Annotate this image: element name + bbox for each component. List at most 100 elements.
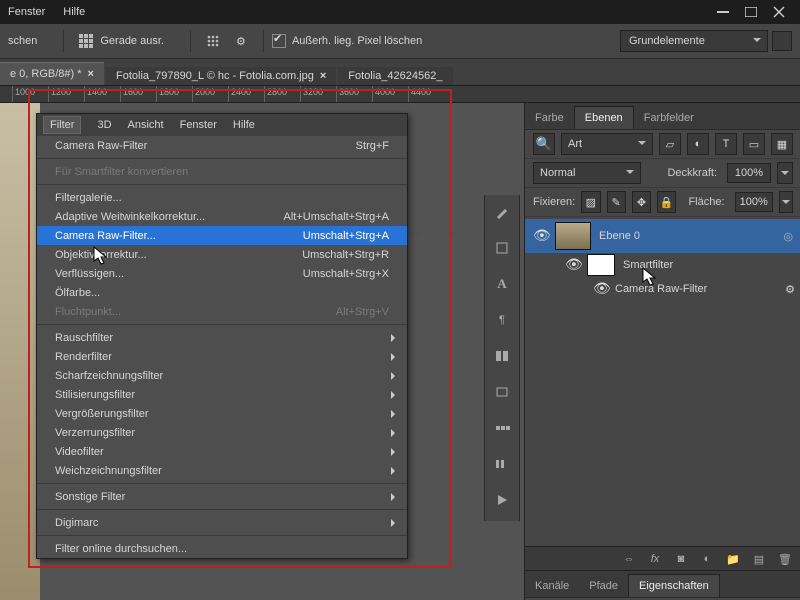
- menubar-fenster[interactable]: Fenster: [8, 6, 45, 18]
- blend-mode-combo[interactable]: Normal: [533, 162, 641, 184]
- menu-item-label: Vergrößerungsfilter: [55, 408, 149, 420]
- close-button[interactable]: [766, 3, 792, 21]
- menu-item[interactable]: Scharfzeichnungsfilter: [37, 366, 407, 385]
- tool-icon[interactable]: [491, 237, 513, 259]
- maximize-button[interactable]: [738, 3, 764, 21]
- menu-item-label: Weichzeichnungsfilter: [55, 465, 162, 477]
- menu-item[interactable]: Weichzeichnungsfilter: [37, 461, 407, 480]
- menu-3d[interactable]: 3D: [97, 119, 111, 131]
- menu-item: Fluchtpunkt...Alt+Strg+V: [37, 302, 407, 321]
- layer-row[interactable]: 👁 Ebene 0 ◎: [525, 219, 800, 253]
- opacity-arrow[interactable]: [777, 162, 793, 184]
- menu-item-label: Digimarc: [55, 517, 98, 529]
- menu-item[interactable]: Digimarc: [37, 513, 407, 532]
- layer-thumbnail[interactable]: [555, 222, 591, 250]
- paragraph-icon[interactable]: ¶: [491, 309, 513, 331]
- menubar-hilfe[interactable]: Hilfe: [63, 6, 85, 18]
- gear-icon[interactable]: ⚙: [233, 33, 249, 49]
- menu-item[interactable]: Videofilter: [37, 442, 407, 461]
- lock-transparency-icon[interactable]: ▨: [581, 191, 600, 213]
- tab-eigenschaften[interactable]: Eigenschaften: [628, 574, 720, 597]
- adjustment-icon[interactable]: ◐: [699, 551, 715, 567]
- tool-icon[interactable]: [491, 345, 513, 367]
- link-icon[interactable]: ⇔: [621, 551, 637, 567]
- fill-arrow[interactable]: [779, 191, 793, 213]
- visibility-icon[interactable]: 👁: [593, 282, 607, 296]
- menu-item[interactable]: Filter online durchsuchen...: [37, 539, 407, 558]
- menu-item[interactable]: Vergrößerungsfilter: [37, 404, 407, 423]
- filter-name[interactable]: Camera Raw-Filter: [615, 283, 707, 295]
- fx-icon[interactable]: fx: [647, 551, 663, 567]
- document-tab-active[interactable]: e 0, RGB/8#) *×: [0, 62, 104, 85]
- menu-item-label: Ölfarbe...: [55, 287, 100, 299]
- document-tab[interactable]: Fotolia_797890_L © hc - Fotolia.com.jpg ×: [106, 67, 336, 85]
- menu-item[interactable]: Filtergalerie...: [37, 188, 407, 207]
- visibility-icon[interactable]: 👁: [533, 229, 547, 243]
- menu-item[interactable]: Verflüssigen...Umschalt+Strg+X: [37, 264, 407, 283]
- tool-icon[interactable]: [491, 381, 513, 403]
- menu-item[interactable]: Objektivkorrektur...Umschalt+Strg+R: [37, 245, 407, 264]
- tab-ebenen[interactable]: Ebenen: [574, 106, 634, 129]
- brush-icon[interactable]: [491, 201, 513, 223]
- group-icon[interactable]: 📁: [725, 551, 741, 567]
- menu-item[interactable]: Camera Raw-Filter...Umschalt+Strg+A: [37, 226, 407, 245]
- close-icon[interactable]: ×: [320, 70, 326, 82]
- tab-farbfelder[interactable]: Farbfelder: [634, 107, 704, 129]
- menu-item[interactable]: Renderfilter: [37, 347, 407, 366]
- menu-item[interactable]: Camera Raw-FilterStrg+F: [37, 136, 407, 155]
- menu-item[interactable]: Adaptive Weitwinkelkorrektur...Alt+Umsch…: [37, 207, 407, 226]
- filter-settings-icon[interactable]: ⚙: [785, 283, 795, 296]
- tab-label: Fotolia_797890_L © hc - Fotolia.com.jpg: [116, 70, 314, 82]
- lock-move-icon[interactable]: ✥: [632, 191, 651, 213]
- tab-kanaele[interactable]: Kanäle: [525, 575, 579, 597]
- filter-text-icon[interactable]: T: [715, 133, 737, 155]
- search-icon[interactable]: 🔍: [533, 133, 555, 155]
- menu-shortcut: Alt+Umschalt+Strg+A: [284, 211, 389, 223]
- menu-item[interactable]: Sonstige Filter: [37, 487, 407, 506]
- menu-hilfe[interactable]: Hilfe: [233, 119, 255, 131]
- filter-smart-icon[interactable]: ▦: [771, 133, 793, 155]
- mask-icon[interactable]: ◙: [673, 551, 689, 567]
- menu-item[interactable]: Stilisierungsfilter: [37, 385, 407, 404]
- option-delete[interactable]: schen: [8, 35, 37, 47]
- separator: [63, 30, 64, 52]
- minimize-button[interactable]: [710, 3, 736, 21]
- fill-field[interactable]: 100%: [735, 192, 773, 212]
- tab-pfade[interactable]: Pfade: [579, 575, 628, 597]
- play-icon[interactable]: [491, 489, 513, 511]
- menu-filter[interactable]: Filter: [43, 116, 81, 134]
- menu-ansicht[interactable]: Ansicht: [128, 119, 164, 131]
- opacity-field[interactable]: 100%: [727, 163, 771, 183]
- tab-farbe[interactable]: Farbe: [525, 107, 574, 129]
- grid-icon[interactable]: [78, 33, 94, 49]
- panel-toggle-button[interactable]: [772, 31, 792, 51]
- filter-shape-icon[interactable]: ▭: [743, 133, 765, 155]
- lock-paint-icon[interactable]: ✎: [607, 191, 626, 213]
- grid-icon-2[interactable]: [205, 33, 221, 49]
- filter-entry-row[interactable]: 👁 Camera Raw-Filter ⚙: [525, 277, 800, 301]
- checkbox-delete-outside[interactable]: [272, 34, 286, 48]
- menu-item[interactable]: Verzerrungsfilter: [37, 423, 407, 442]
- close-icon[interactable]: ×: [88, 68, 94, 80]
- smartfilter-row[interactable]: 👁 Smartfilter: [525, 253, 800, 277]
- new-layer-icon[interactable]: ▤: [751, 551, 767, 567]
- menu-item[interactable]: Ölfarbe...: [37, 283, 407, 302]
- trash-icon[interactable]: 🗑: [777, 551, 793, 567]
- text-icon[interactable]: A: [491, 273, 513, 295]
- workspace-combo[interactable]: Grundelemente: [620, 30, 768, 52]
- document-tab[interactable]: Fotolia_42624562_: [338, 67, 452, 85]
- menu-fenster[interactable]: Fenster: [180, 119, 217, 131]
- visibility-icon[interactable]: 👁: [565, 258, 579, 272]
- swatches-icon[interactable]: [491, 417, 513, 439]
- filter-type-combo[interactable]: Art: [561, 133, 653, 155]
- lock-all-icon[interactable]: 🔒: [657, 191, 676, 213]
- timeline-icon[interactable]: [491, 453, 513, 475]
- menu-item-label: Renderfilter: [55, 351, 112, 363]
- menu-item-label: Fluchtpunkt...: [55, 306, 121, 318]
- layer-name[interactable]: Ebene 0: [599, 230, 640, 242]
- filter-mask-thumbnail[interactable]: [587, 254, 615, 276]
- filter-adjust-icon[interactable]: ◐: [687, 133, 709, 155]
- option-straighten[interactable]: Gerade ausr.: [100, 35, 164, 47]
- filter-image-icon[interactable]: ▱: [659, 133, 681, 155]
- menu-item[interactable]: Rauschfilter: [37, 328, 407, 347]
